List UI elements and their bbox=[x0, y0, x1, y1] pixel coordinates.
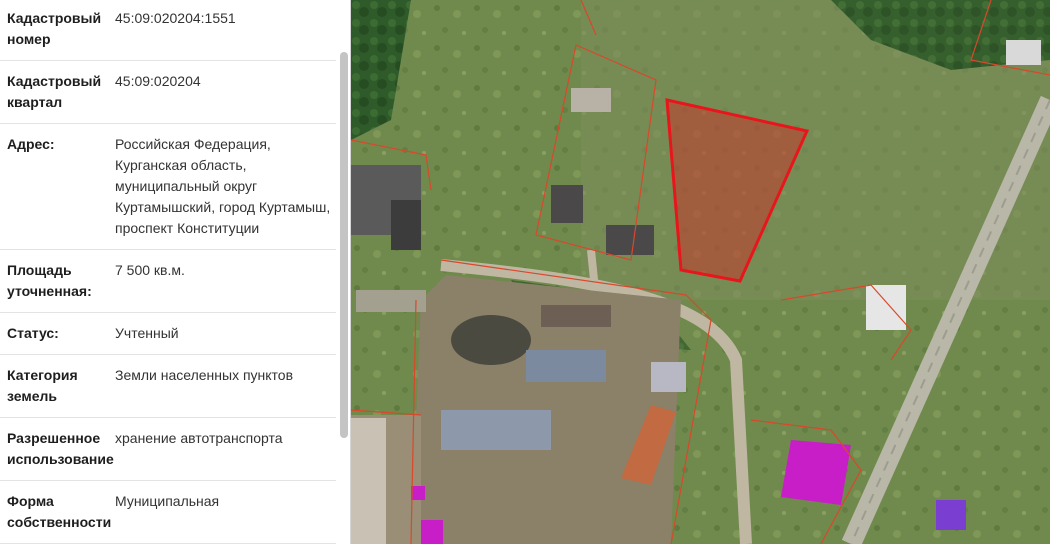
parcel-attributes-list: Кадастровый номер 45:09:020204:1551 Када… bbox=[0, 0, 336, 544]
row-value: 7 500 кв.м. bbox=[115, 262, 185, 278]
building-north-1 bbox=[551, 185, 583, 223]
row-land-category: Категория земель Земли населенных пункто… bbox=[0, 355, 336, 418]
row-value: Земли населенных пунктов bbox=[115, 367, 294, 383]
parcel-info-panel: Кадастровый номер 45:09:020204:1551 Када… bbox=[0, 0, 351, 544]
satellite-map-canvas[interactable] bbox=[351, 0, 1050, 544]
row-area: Площадь уточненная: 7 500 кв.м. bbox=[0, 250, 336, 313]
row-cadastral-number: Кадастровый номер 45:09:020204:1551 bbox=[0, 0, 336, 61]
row-cadastral-quarter: Кадастровый квартал 45:09:020204 bbox=[0, 61, 336, 124]
row-value: Российская Федерация, Курганская область… bbox=[115, 136, 331, 236]
building-north-2 bbox=[606, 225, 654, 255]
row-label: Форма собственности bbox=[7, 493, 112, 530]
row-label: Кадастровый квартал bbox=[7, 73, 102, 110]
row-label: Адрес: bbox=[7, 136, 55, 152]
row-value[interactable]: 45:09:020204:1551 bbox=[115, 8, 336, 60]
row-label: Статус: bbox=[7, 325, 59, 341]
row-label: Категория земель bbox=[7, 367, 78, 404]
gas-station bbox=[866, 285, 906, 330]
warehouse-roof bbox=[526, 350, 606, 382]
row-permitted-use: Разрешенное использование хранение автот… bbox=[0, 418, 336, 481]
row-value: хранение автотранспорта bbox=[115, 430, 283, 446]
magenta-roof-building bbox=[781, 440, 851, 505]
row-label: Площадь уточненная: bbox=[7, 262, 92, 299]
satellite-map[interactable] bbox=[351, 0, 1050, 544]
row-status: Статус: Учтенный bbox=[0, 313, 336, 355]
row-label: Кадастровый номер bbox=[7, 10, 102, 47]
row-value: Муниципальная bbox=[115, 493, 220, 509]
row-value: Учтенный bbox=[115, 325, 179, 341]
row-value[interactable]: 45:09:020204 bbox=[115, 71, 336, 123]
panel-scrollbar-thumb[interactable] bbox=[340, 52, 348, 438]
row-label: Разрешенное использование bbox=[7, 430, 114, 467]
row-ownership: Форма собственности Муниципальная bbox=[0, 481, 336, 544]
row-address: Адрес: Российская Федерация, Курганская … bbox=[0, 124, 336, 250]
